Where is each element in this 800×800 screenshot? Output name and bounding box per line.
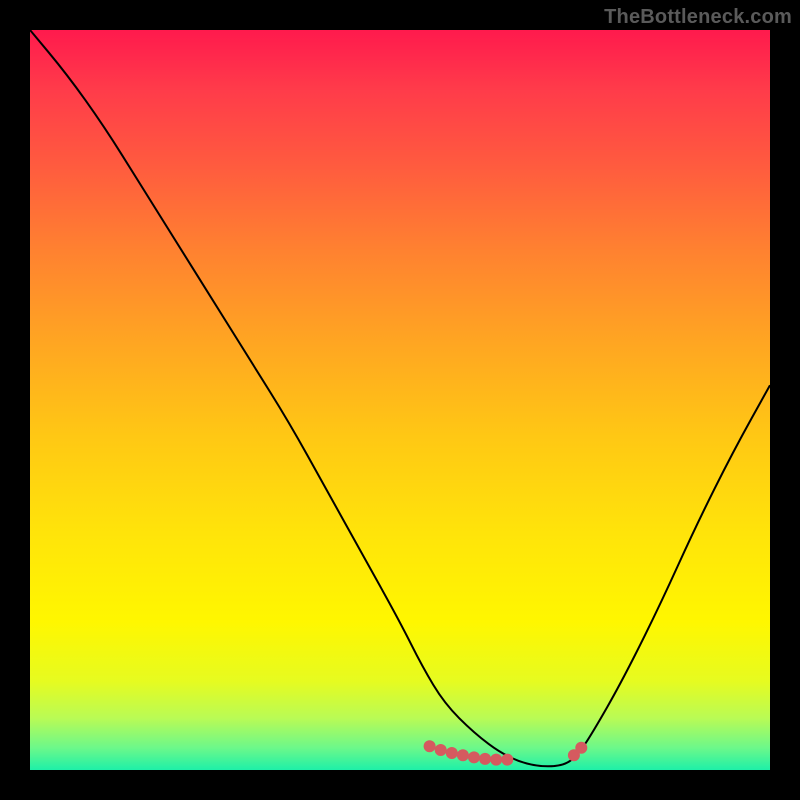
- data-marker: [446, 747, 458, 759]
- data-marker: [501, 754, 513, 766]
- data-marker: [479, 753, 491, 765]
- data-marker: [424, 740, 436, 752]
- data-marker: [490, 754, 502, 766]
- chart-frame: TheBottleneck.com: [0, 0, 800, 800]
- data-marker: [457, 749, 469, 761]
- data-marker: [575, 742, 587, 754]
- curve-line: [30, 30, 770, 766]
- chart-svg: [30, 30, 770, 770]
- data-marker: [435, 744, 447, 756]
- data-marker: [468, 751, 480, 763]
- watermark-text: TheBottleneck.com: [604, 6, 792, 29]
- plot-area: [30, 30, 770, 770]
